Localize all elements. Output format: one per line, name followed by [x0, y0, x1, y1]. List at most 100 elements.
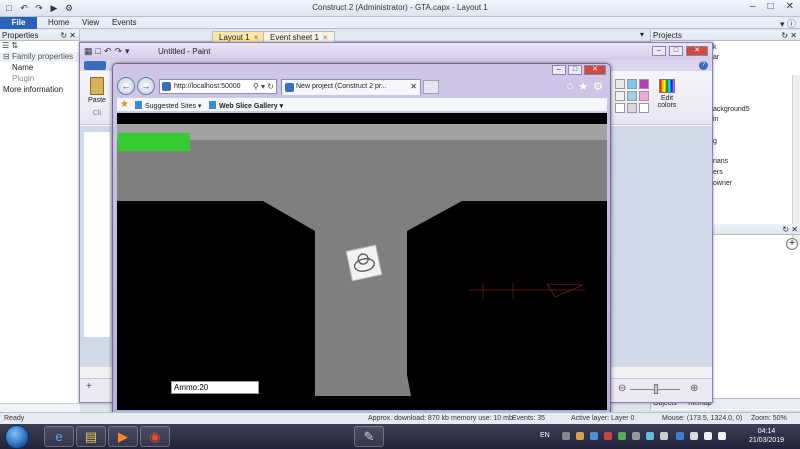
- tab-events[interactable]: Events: [112, 18, 136, 27]
- properties-sort-icon[interactable]: ☰ ⇅: [0, 41, 79, 52]
- save-icon[interactable]: □: [96, 46, 101, 57]
- palette-swatch[interactable]: [627, 79, 637, 89]
- zoom-thumb[interactable]: [654, 384, 658, 394]
- close-tab-icon[interactable]: ✕: [410, 80, 417, 94]
- tray-icon[interactable]: [660, 432, 668, 440]
- browser-tab[interactable]: New project (Construct 2 pr... ✕: [281, 79, 421, 95]
- add-object-icon[interactable]: +: [786, 238, 798, 250]
- customize-icon[interactable]: ▾: [125, 46, 130, 57]
- close-icon[interactable]: ✕: [786, 1, 794, 12]
- close-icon[interactable]: ✕: [584, 65, 606, 75]
- ribbon-collapse-icon[interactable]: ▾ ⓘ: [780, 17, 796, 30]
- minimize-icon[interactable]: –: [552, 65, 566, 75]
- project-item[interactable]: rians: [713, 158, 728, 165]
- tray-icon[interactable]: [632, 432, 640, 440]
- taskbar-clock[interactable]: 04:14 21/03/2019: [749, 427, 784, 445]
- internet-explorer-icon[interactable]: e: [44, 426, 74, 447]
- suggested-sites-link[interactable]: Suggested Sites ▾: [135, 101, 201, 110]
- language-indicator[interactable]: EN: [540, 432, 550, 439]
- network-icon[interactable]: [690, 432, 698, 440]
- web-slice-gallery-link[interactable]: Web Slice Gallery ▾: [209, 101, 283, 110]
- close-tab-icon[interactable]: ×: [254, 33, 259, 42]
- home-icon[interactable]: ⌂: [567, 80, 574, 93]
- tray-icon[interactable]: [576, 432, 584, 440]
- redo-icon[interactable]: ↷: [115, 46, 123, 57]
- maximize-icon[interactable]: □: [669, 46, 683, 56]
- tools-gear-icon[interactable]: ⚙: [593, 80, 603, 93]
- browser-navbar: ← → http://localhost:50000 ⚲ ▾ ↻ New pro…: [117, 77, 607, 96]
- zoom-slider[interactable]: ⊖ ⊕: [610, 383, 705, 395]
- projects-scrollbar[interactable]: [792, 75, 800, 245]
- tray-icon[interactable]: [618, 432, 626, 440]
- property-name[interactable]: Name: [0, 62, 79, 73]
- favorites-icon[interactable]: ★: [120, 99, 129, 110]
- close-icon[interactable]: ✕: [686, 46, 708, 56]
- paint-taskbar-icon[interactable]: ✎: [354, 426, 384, 447]
- maximize-icon[interactable]: □: [768, 1, 774, 12]
- palette-swatch[interactable]: [639, 103, 649, 113]
- tray-icon[interactable]: [590, 432, 598, 440]
- back-icon[interactable]: ←: [117, 77, 135, 95]
- minimize-icon[interactable]: –: [652, 46, 666, 56]
- bluetooth-icon[interactable]: [676, 432, 684, 440]
- palette-swatch[interactable]: [615, 91, 625, 101]
- properties-pin-close-icon[interactable]: ↻ ✕: [60, 30, 76, 41]
- game-viewport[interactable]: Ammo:20: [117, 113, 607, 410]
- project-item[interactable]: ers: [713, 169, 723, 176]
- volume-icon[interactable]: [704, 432, 712, 440]
- property-category[interactable]: ⊟ Family properties: [0, 52, 79, 62]
- projects-title: Projects: [653, 31, 682, 40]
- move-icon: +: [86, 381, 92, 392]
- tabs-dropdown-icon[interactable]: ▾: [640, 30, 644, 39]
- palette-swatch[interactable]: [615, 79, 625, 89]
- media-player-icon[interactable]: ▶: [108, 426, 138, 447]
- help-icon[interactable]: ?: [699, 61, 708, 70]
- tab-view[interactable]: View: [82, 18, 99, 27]
- project-item[interactable]: k: [713, 44, 717, 51]
- undo-icon[interactable]: ↶: [104, 46, 112, 57]
- paste-button[interactable]: Paste Cli: [84, 73, 110, 121]
- address-bar[interactable]: http://localhost:50000 ⚲ ▾ ↻: [159, 79, 277, 94]
- palette-swatch[interactable]: [639, 79, 649, 89]
- palette-swatch[interactable]: [627, 103, 637, 113]
- palette-swatch[interactable]: [627, 91, 637, 101]
- clock-date: 21/03/2019: [748, 437, 784, 444]
- tab-file[interactable]: File: [0, 17, 37, 29]
- project-item[interactable]: owner: [713, 180, 732, 187]
- paint-canvas[interactable]: [84, 132, 110, 337]
- forward-icon[interactable]: →: [137, 77, 155, 95]
- close-tab-icon[interactable]: ×: [323, 33, 328, 42]
- tray-icon[interactable]: [562, 432, 570, 440]
- favorites-star-icon[interactable]: ★: [578, 80, 588, 93]
- web-slice-gallery-label: Web Slice Gallery ▾: [219, 103, 284, 110]
- project-item[interactable]: g: [713, 138, 717, 145]
- tab-event-sheet-1[interactable]: Event sheet 1 ×: [263, 31, 335, 42]
- objects-pin-close-icon[interactable]: ↻ ✕: [782, 224, 798, 235]
- tab-home[interactable]: Home: [48, 18, 69, 27]
- chrome-icon[interactable]: ◉: [140, 426, 170, 447]
- palette-swatch[interactable]: [639, 91, 649, 101]
- start-button[interactable]: [5, 425, 29, 449]
- action-center-icon[interactable]: [718, 432, 726, 440]
- project-item[interactable]: in: [713, 116, 718, 123]
- projects-pin-close-icon[interactable]: ↻ ✕: [781, 30, 797, 41]
- minimize-icon[interactable]: –: [750, 1, 756, 12]
- paint-menu-button[interactable]: [84, 61, 106, 70]
- tab-layout-1[interactable]: Layout 1 ×: [212, 31, 266, 42]
- tray-icon[interactable]: [604, 432, 612, 440]
- new-tab-button[interactable]: [423, 80, 439, 94]
- file-explorer-icon[interactable]: ▤: [76, 426, 106, 447]
- project-item[interactable]: ar: [713, 54, 719, 61]
- windows-taskbar: e ▤ ▶ ◉ ✎ EN 04:14 21/03/2019: [0, 424, 800, 449]
- project-item[interactable]: ackground5: [713, 106, 750, 113]
- status-ready: Ready: [4, 415, 25, 422]
- edit-colors-button[interactable]: Edit colors: [654, 79, 680, 109]
- zoom-out-icon[interactable]: ⊖: [618, 383, 626, 394]
- zoom-in-icon[interactable]: ⊕: [690, 383, 698, 394]
- property-plugin[interactable]: Plugin: [0, 73, 79, 84]
- palette-swatch[interactable]: [615, 103, 625, 113]
- tray-icon[interactable]: [646, 432, 654, 440]
- search-refresh-icon[interactable]: ⚲ ▾ ↻: [253, 80, 274, 93]
- maximize-icon[interactable]: □: [568, 65, 582, 75]
- more-information-link[interactable]: More information: [0, 84, 79, 95]
